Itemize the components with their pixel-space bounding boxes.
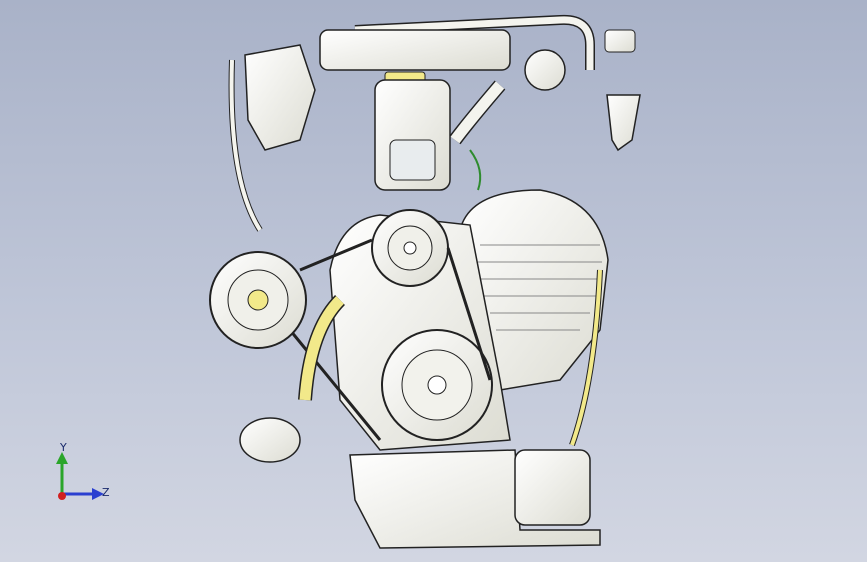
turbo-housing [524, 49, 566, 91]
dipstick-cup [606, 94, 641, 152]
z-axis-label: Z [102, 486, 110, 499]
y-axis-label: Y [60, 441, 67, 454]
top-manifold [319, 29, 511, 71]
x-axis-dot [58, 492, 66, 500]
cad-viewport[interactable] [0, 0, 867, 562]
engine-model[interactable] [0, 0, 867, 562]
thermostat-housing [244, 44, 316, 151]
oil-filter [239, 417, 301, 463]
axis-triad [56, 452, 104, 500]
